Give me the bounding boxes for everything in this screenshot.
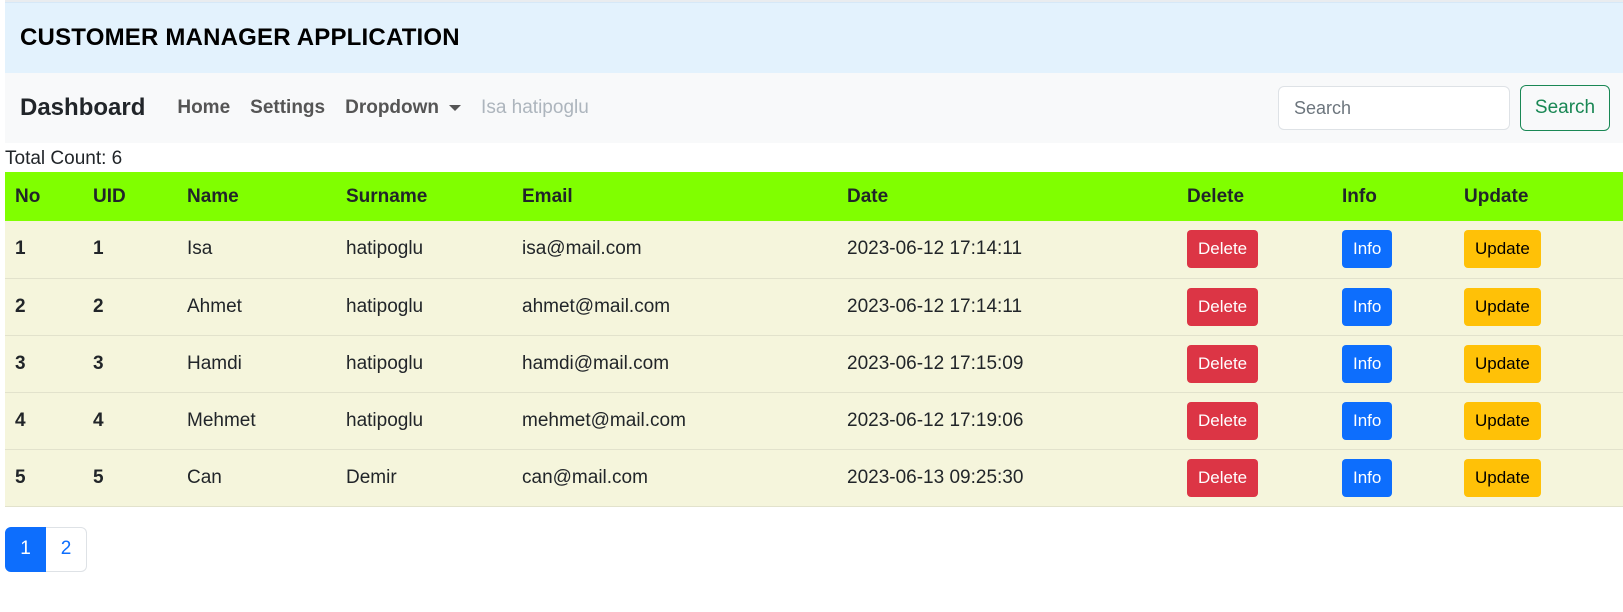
- search-form: Search: [1278, 85, 1610, 131]
- cell-date: 2023-06-12 17:19:06: [847, 409, 1024, 431]
- update-button[interactable]: Update: [1464, 458, 1541, 497]
- table-row: 2 2 Ahmet hatipoglu ahmet@mail.com 2023-…: [5, 278, 1623, 335]
- info-button[interactable]: Info: [1342, 458, 1393, 497]
- cell-info: Info: [1332, 392, 1454, 449]
- search-input[interactable]: [1278, 86, 1510, 130]
- cell-email: can@mail.com: [522, 466, 648, 488]
- cell-surname: Demir: [346, 466, 397, 488]
- chevron-down-icon: [449, 105, 462, 111]
- header-name: Name: [187, 185, 239, 207]
- cell-name: Hamdi: [187, 352, 242, 374]
- cell-delete: Delete: [1177, 221, 1332, 278]
- cell-uid: 5: [93, 466, 104, 488]
- page-1-button[interactable]: 1: [5, 526, 46, 572]
- cell-update: Update: [1454, 335, 1623, 392]
- header-update: Update: [1464, 185, 1529, 207]
- update-button[interactable]: Update: [1464, 230, 1541, 269]
- cell-no: 4: [15, 409, 26, 431]
- customer-table: No UID Name Surname Email Date Delete In…: [5, 172, 1623, 507]
- cell-name: Isa: [187, 238, 213, 260]
- delete-button[interactable]: Delete: [1187, 401, 1259, 440]
- nav-link-home[interactable]: Home: [177, 97, 230, 119]
- cell-update: Update: [1454, 449, 1623, 506]
- cell-email: mehmet@mail.com: [522, 409, 686, 431]
- cell-delete: Delete: [1177, 278, 1332, 335]
- cell-date: 2023-06-12 17:14:11: [847, 238, 1023, 260]
- cell-surname: hatipoglu: [346, 295, 424, 317]
- app-frame: CUSTOMER MANAGER APPLICATION Dashboard H…: [5, 0, 1623, 572]
- cell-no: 3: [15, 352, 26, 374]
- info-button[interactable]: Info: [1342, 344, 1393, 383]
- search-button[interactable]: Search: [1520, 85, 1610, 131]
- cell-no: 5: [15, 466, 26, 488]
- nav-user-name: Isa hatipoglu: [481, 97, 589, 118]
- cell-date: 2023-06-13 09:25:30: [847, 466, 1024, 488]
- cell-update: Update: [1454, 392, 1623, 449]
- cell-name: Can: [187, 466, 222, 488]
- cell-surname: hatipoglu: [346, 409, 424, 431]
- cell-uid: 2: [93, 295, 104, 317]
- info-button[interactable]: Info: [1342, 287, 1393, 326]
- cell-email: hamdi@mail.com: [522, 352, 670, 374]
- page-2-button[interactable]: 2: [46, 526, 87, 572]
- delete-button[interactable]: Delete: [1187, 287, 1259, 326]
- cell-info: Info: [1332, 221, 1454, 278]
- info-button[interactable]: Info: [1342, 230, 1393, 269]
- table-header-row: No UID Name Surname Email Date Delete In…: [5, 172, 1623, 221]
- header-email: Email: [522, 185, 573, 207]
- cell-no: 2: [15, 295, 26, 317]
- cell-name: Mehmet: [187, 409, 256, 431]
- cell-info: Info: [1332, 335, 1454, 392]
- cell-delete: Delete: [1177, 392, 1332, 449]
- cell-surname: hatipoglu: [346, 352, 424, 374]
- cell-update: Update: [1454, 278, 1623, 335]
- cell-date: 2023-06-12 17:15:09: [847, 352, 1024, 374]
- cell-uid: 3: [93, 352, 104, 374]
- delete-button[interactable]: Delete: [1187, 230, 1259, 269]
- header-date: Date: [847, 185, 889, 207]
- cell-delete: Delete: [1177, 449, 1332, 506]
- header-delete: Delete: [1187, 185, 1245, 207]
- nav-dropdown[interactable]: Dropdown: [345, 97, 462, 119]
- info-button[interactable]: Info: [1342, 401, 1393, 440]
- cell-no: 1: [15, 238, 26, 260]
- cell-update: Update: [1454, 221, 1623, 278]
- nav-link-settings[interactable]: Settings: [250, 97, 325, 119]
- cell-uid: 4: [93, 409, 104, 431]
- delete-button[interactable]: Delete: [1187, 344, 1259, 383]
- header-info: Info: [1342, 185, 1377, 207]
- app-header: CUSTOMER MANAGER APPLICATION: [5, 2, 1623, 73]
- navbar: Dashboard Home Settings Dropdown Isa hat…: [5, 73, 1623, 143]
- table-row: 1 1 Isa hatipoglu isa@mail.com 2023-06-1…: [5, 221, 1623, 278]
- cell-date: 2023-06-12 17:14:11: [847, 295, 1023, 317]
- cell-email: ahmet@mail.com: [522, 295, 671, 317]
- total-count: Total Count: 6: [5, 148, 123, 169]
- table-row: 5 5 Can Demir can@mail.com 2023-06-13 09…: [5, 449, 1623, 506]
- table-row: 4 4 Mehmet hatipoglu mehmet@mail.com 202…: [5, 392, 1623, 449]
- cell-email: isa@mail.com: [522, 238, 642, 260]
- cell-uid: 1: [93, 238, 104, 260]
- nav-dropdown-label: Dropdown: [345, 97, 440, 118]
- update-button[interactable]: Update: [1464, 344, 1541, 383]
- header-surname: Surname: [346, 185, 428, 207]
- cell-info: Info: [1332, 278, 1454, 335]
- cell-info: Info: [1332, 449, 1454, 506]
- delete-button[interactable]: Delete: [1187, 458, 1259, 497]
- header-no: No: [15, 185, 41, 207]
- update-button[interactable]: Update: [1464, 401, 1541, 440]
- table-row: 3 3 Hamdi hatipoglu hamdi@mail.com 2023-…: [5, 335, 1623, 392]
- header-uid: UID: [93, 185, 126, 207]
- cell-delete: Delete: [1177, 335, 1332, 392]
- app-title: CUSTOMER MANAGER APPLICATION: [20, 24, 460, 51]
- cell-name: Ahmet: [187, 295, 242, 317]
- cell-surname: hatipoglu: [346, 238, 424, 260]
- update-button[interactable]: Update: [1464, 287, 1541, 326]
- pagination: 1 2: [5, 526, 1623, 572]
- navbar-brand[interactable]: Dashboard: [20, 94, 145, 122]
